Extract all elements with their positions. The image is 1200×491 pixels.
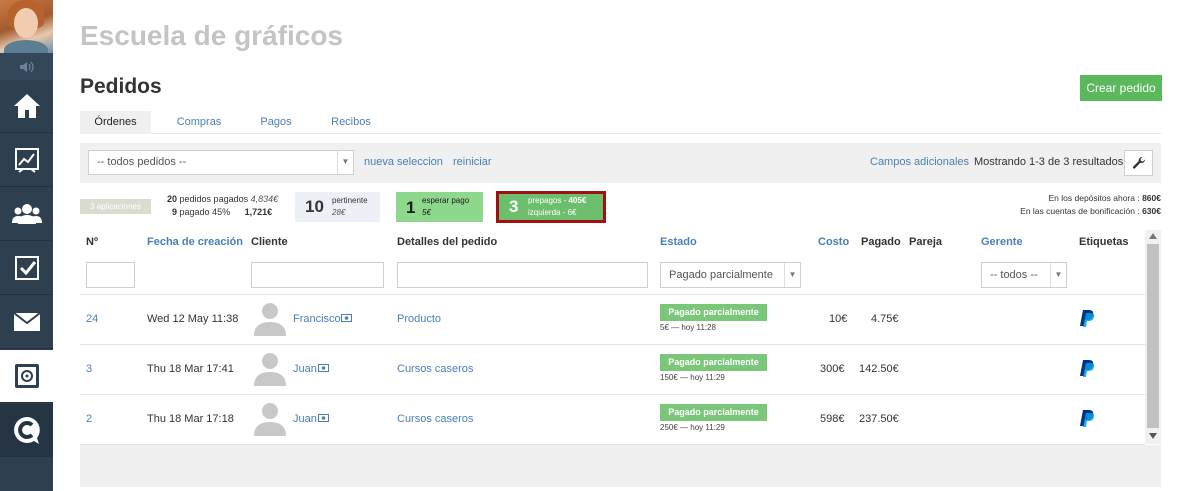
paid-45-stat[interactable]: 9 pagado 45% 1,721€ xyxy=(172,207,272,217)
status-badge[interactable]: Pagado parcialmente xyxy=(660,304,767,321)
header-paid: Pagado xyxy=(861,236,901,248)
scroll-down-icon[interactable] xyxy=(1149,433,1157,439)
sound-toggle[interactable] xyxy=(0,53,53,80)
safe-icon xyxy=(14,364,39,388)
chat-logo-icon xyxy=(13,417,40,444)
status-detail: 5€ — hoy 11:28 xyxy=(660,323,716,332)
chevron-down-icon: ▼ xyxy=(784,263,800,287)
money-icon[interactable] xyxy=(318,364,329,372)
order-details-link[interactable]: Cursos caseros xyxy=(397,363,473,375)
header-details: Detalles del pedido xyxy=(397,236,498,248)
order-date: Thu 18 Mar 17:41 xyxy=(147,363,234,375)
order-cost: 598€ xyxy=(820,413,845,425)
sidebar-item-safe[interactable] xyxy=(0,350,53,403)
header-created[interactable]: Fecha de creación xyxy=(147,236,243,248)
sidebar-item-mail[interactable] xyxy=(0,296,53,349)
sidebar xyxy=(0,0,53,491)
person-placeholder-icon xyxy=(254,353,286,386)
chart-icon xyxy=(14,148,39,173)
person-placeholder-icon xyxy=(254,303,286,336)
sidebar-item-chat[interactable] xyxy=(0,404,53,457)
pertinent-stat[interactable]: 10 pertinente 28€ xyxy=(295,192,380,222)
header-client: Cliente xyxy=(251,236,288,248)
sidebar-item-users[interactable] xyxy=(0,188,53,241)
checkbox-icon xyxy=(14,256,39,280)
order-selection-value: -- todos pedidos -- xyxy=(97,156,187,168)
extra-fields-link[interactable]: Campos adicionales xyxy=(870,156,969,168)
app-title: Escuela de gráficos xyxy=(80,20,344,51)
home-icon xyxy=(13,94,40,118)
avatar[interactable] xyxy=(0,0,53,53)
settings-button[interactable] xyxy=(1124,150,1153,176)
header-tags: Etiquetas xyxy=(1079,236,1129,248)
header-manager[interactable]: Gerente xyxy=(981,236,1023,248)
sidebar-item-tasks[interactable] xyxy=(0,242,53,295)
tab-purchases[interactable]: Compras xyxy=(168,111,230,134)
status-badge[interactable]: Pagado parcialmente xyxy=(660,404,767,421)
table-footer xyxy=(80,445,1161,487)
order-number-link[interactable]: 2 xyxy=(86,413,92,425)
scrollbar-thumb[interactable] xyxy=(1147,244,1159,428)
client-link[interactable]: Juan xyxy=(293,413,317,425)
sidebar-item-home[interactable] xyxy=(0,80,53,133)
header-num[interactable]: Nº xyxy=(86,236,98,248)
tab-bar: Órdenes Compras Pagos Recibos xyxy=(80,111,1161,134)
order-number-link[interactable]: 24 xyxy=(86,313,98,325)
create-order-button[interactable]: Crear pedido xyxy=(1080,75,1162,101)
client-filter-input[interactable] xyxy=(251,262,384,288)
speaker-icon xyxy=(19,61,34,72)
header-cost[interactable]: Costo xyxy=(818,236,849,248)
paid-orders-stat[interactable]: 20 pedidos pagados 4,834€ xyxy=(167,194,278,204)
tab-receipts[interactable]: Recibos xyxy=(321,111,381,134)
money-icon[interactable] xyxy=(341,314,352,322)
num-filter-input[interactable] xyxy=(86,262,135,288)
order-details-link[interactable]: Cursos caseros xyxy=(397,413,473,425)
reset-link[interactable]: reiniciar xyxy=(453,156,492,168)
client-link[interactable]: Francisco xyxy=(293,313,341,325)
order-paid: 142.50€ xyxy=(859,363,899,375)
sidebar-item-stats[interactable] xyxy=(0,134,53,187)
status-detail: 250€ — hoy 11:29 xyxy=(660,423,725,432)
prepaid-stat[interactable]: 3 prepagos - 405€ izquierda - 6€ xyxy=(496,191,606,223)
status-badge[interactable]: Pagado parcialmente xyxy=(660,354,767,371)
chevron-down-icon: ▼ xyxy=(1050,263,1066,287)
status-filter-dropdown[interactable]: Pagado parcialmente ▼ xyxy=(660,262,801,288)
order-paid: 237.50€ xyxy=(859,413,899,425)
client-link[interactable]: Juan xyxy=(293,363,317,375)
order-cost: 300€ xyxy=(820,363,845,375)
results-count: Mostrando 1-3 de 3 resultados. xyxy=(974,156,1127,168)
paypal-icon xyxy=(1080,310,1095,327)
applications-badge[interactable]: 3 aplicaciones xyxy=(80,199,151,214)
paypal-icon xyxy=(1080,410,1095,427)
order-details-link[interactable]: Producto xyxy=(397,313,441,325)
order-date: Wed 12 May 11:38 xyxy=(147,313,239,325)
wrench-icon xyxy=(1132,156,1145,169)
paypal-icon xyxy=(1080,360,1095,377)
person-placeholder-icon xyxy=(254,403,286,436)
tab-orders[interactable]: Órdenes xyxy=(80,111,151,134)
order-cost: 10€ xyxy=(829,313,848,325)
tab-payments[interactable]: Pagos xyxy=(248,111,304,134)
status-detail: 150€ — hoy 11:29 xyxy=(660,373,725,382)
order-number-link[interactable]: 3 xyxy=(86,363,92,375)
manager-filter-dropdown[interactable]: -- todos -- ▼ xyxy=(981,262,1067,288)
bonus-info: En las cuentas de bonificación : 630€ xyxy=(1020,206,1161,216)
scroll-up-icon[interactable] xyxy=(1149,233,1157,239)
header-pair: Pareja xyxy=(909,236,943,248)
page-title: Pedidos xyxy=(80,75,162,98)
filter-bar: -- todos pedidos -- ▼ nueva seleccion re… xyxy=(80,143,1161,183)
mail-icon xyxy=(12,312,41,331)
deposits-info: En los depósitos ahora : 860€ xyxy=(1048,193,1161,203)
header-status[interactable]: Estado xyxy=(660,236,697,248)
chevron-down-icon: ▼ xyxy=(337,151,353,174)
money-icon[interactable] xyxy=(318,414,329,422)
order-selection-dropdown[interactable]: -- todos pedidos -- ▼ xyxy=(88,150,354,175)
new-selection-link[interactable]: nueva seleccion xyxy=(364,156,443,168)
users-icon xyxy=(11,204,42,224)
order-paid: 4.75€ xyxy=(871,313,899,325)
details-filter-input[interactable] xyxy=(397,262,648,288)
waiting-payment-stat[interactable]: 1 esperar pago 5€ xyxy=(396,192,483,222)
order-date: Thu 18 Mar 17:18 xyxy=(147,413,234,425)
